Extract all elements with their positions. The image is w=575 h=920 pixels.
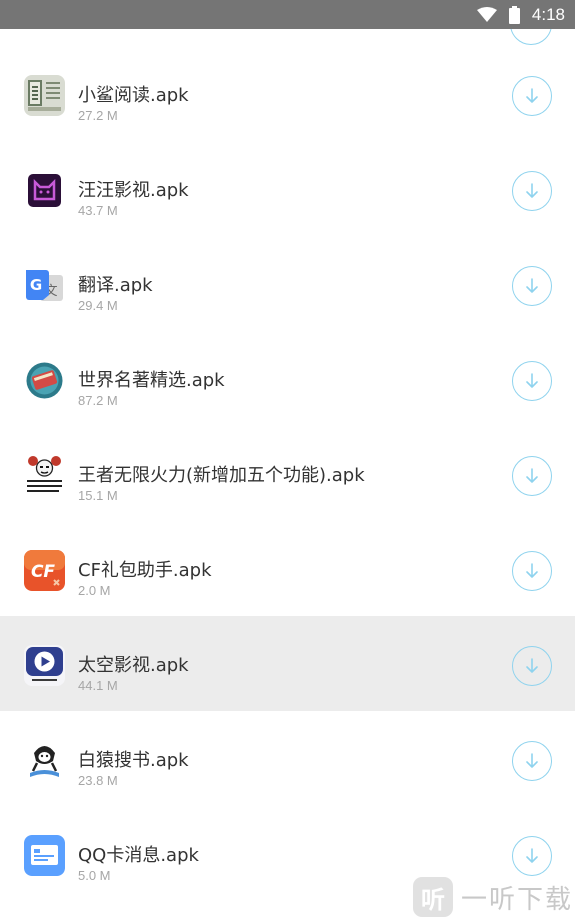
download-arrow-icon: [526, 563, 538, 578]
download-button[interactable]: [512, 266, 552, 306]
xiaosha-reader-icon: [24, 75, 65, 116]
status-indicators: 4:18: [476, 0, 565, 29]
download-arrow-icon: [526, 183, 538, 198]
app-name: 白猿搜书.apk: [78, 750, 189, 771]
app-size: 23.8 M: [78, 773, 118, 788]
world-classics-icon: [24, 360, 65, 401]
download-arrow-icon: [526, 753, 538, 768]
app-size: 87.2 M: [78, 393, 118, 408]
list-item[interactable]: CF CF礼包助手.apk 2.0 M: [0, 521, 575, 616]
download-arrow-icon: [526, 88, 538, 103]
download-button[interactable]: [512, 646, 552, 686]
google-translate-icon: 文G: [24, 265, 65, 306]
download-button[interactable]: [512, 361, 552, 401]
app-size: 44.1 M: [78, 678, 118, 693]
download-button[interactable]: [512, 76, 552, 116]
app-size: 15.1 M: [78, 488, 118, 503]
list-item[interactable]: 世界名著精选.apk 87.2 M: [0, 331, 575, 426]
download-arrow-icon: [526, 848, 538, 863]
download-arrow-icon: [526, 373, 538, 388]
list-item[interactable]: 王者无限火力(新增加五个功能).apk 15.1 M: [0, 426, 575, 521]
download-arrow-icon: [526, 468, 538, 483]
download-arrow-icon: [526, 658, 538, 673]
app-name: 世界名著精选.apk: [78, 370, 225, 391]
status-bar: 4:18: [0, 0, 575, 29]
watermark-text: 一听下载: [460, 884, 573, 915]
wangzhe-meme-icon: [24, 455, 65, 496]
space-video-icon: [24, 645, 65, 686]
apk-file-list[interactable]: 小鲨阅读.apk 27.2 M 汪汪影视.apk 43.7 M 文 G 翻译.apk 29.4…: [0, 29, 575, 901]
app-size: 43.7 M: [78, 203, 118, 218]
app-name: 小鲨阅读.apk: [78, 85, 189, 106]
watermark: 听 一听下载: [412, 874, 575, 920]
list-item[interactable]: 太空影视.apk 44.1 M: [0, 616, 575, 711]
qq-card-message-icon: [24, 835, 65, 876]
app-size: 2.0 M: [78, 583, 111, 598]
app-name: 王者无限火力(新增加五个功能).apk: [78, 465, 365, 486]
list-item[interactable]: 小鲨阅读.apk 27.2 M: [0, 46, 575, 141]
white-ape-search-icon: [24, 740, 65, 781]
wangwang-video-icon: [24, 170, 65, 211]
app-name: 汪汪影视.apk: [78, 180, 189, 201]
app-name: 太空影视.apk: [78, 655, 189, 676]
wifi-icon: [476, 6, 497, 22]
download-button[interactable]: [512, 171, 552, 211]
download-arrow-icon: [526, 278, 538, 293]
download-button[interactable]: [512, 456, 552, 496]
app-size: 5.0 M: [78, 868, 111, 883]
download-button[interactable]: [512, 551, 552, 591]
list-item[interactable]: 白猿搜书.apk 23.8 M: [0, 711, 575, 806]
status-time: 4:18: [531, 4, 565, 24]
app-size: 27.2 M: [78, 108, 118, 123]
app-name: 翻译.apk: [78, 275, 153, 296]
download-button[interactable]: [512, 836, 552, 876]
list-item[interactable]: 汪汪影视.apk 43.7 M: [0, 141, 575, 236]
app-name: QQ卡消息.apk: [78, 845, 199, 866]
watermark-logo: 听: [412, 877, 453, 917]
list-item[interactable]: 文 G 翻译.apk 29.4 M: [0, 236, 575, 331]
cf-gift-icon: CF: [24, 550, 65, 591]
app-name: CF礼包助手.apk: [78, 560, 212, 581]
list-item-partial: [0, 29, 575, 46]
app-size: 29.4 M: [78, 298, 118, 313]
battery-icon: [508, 5, 520, 24]
download-button[interactable]: [512, 741, 552, 781]
svg-text:CF: CF: [31, 562, 55, 582]
download-button-partial[interactable]: [510, 29, 552, 45]
svg-text:G: G: [30, 276, 42, 294]
